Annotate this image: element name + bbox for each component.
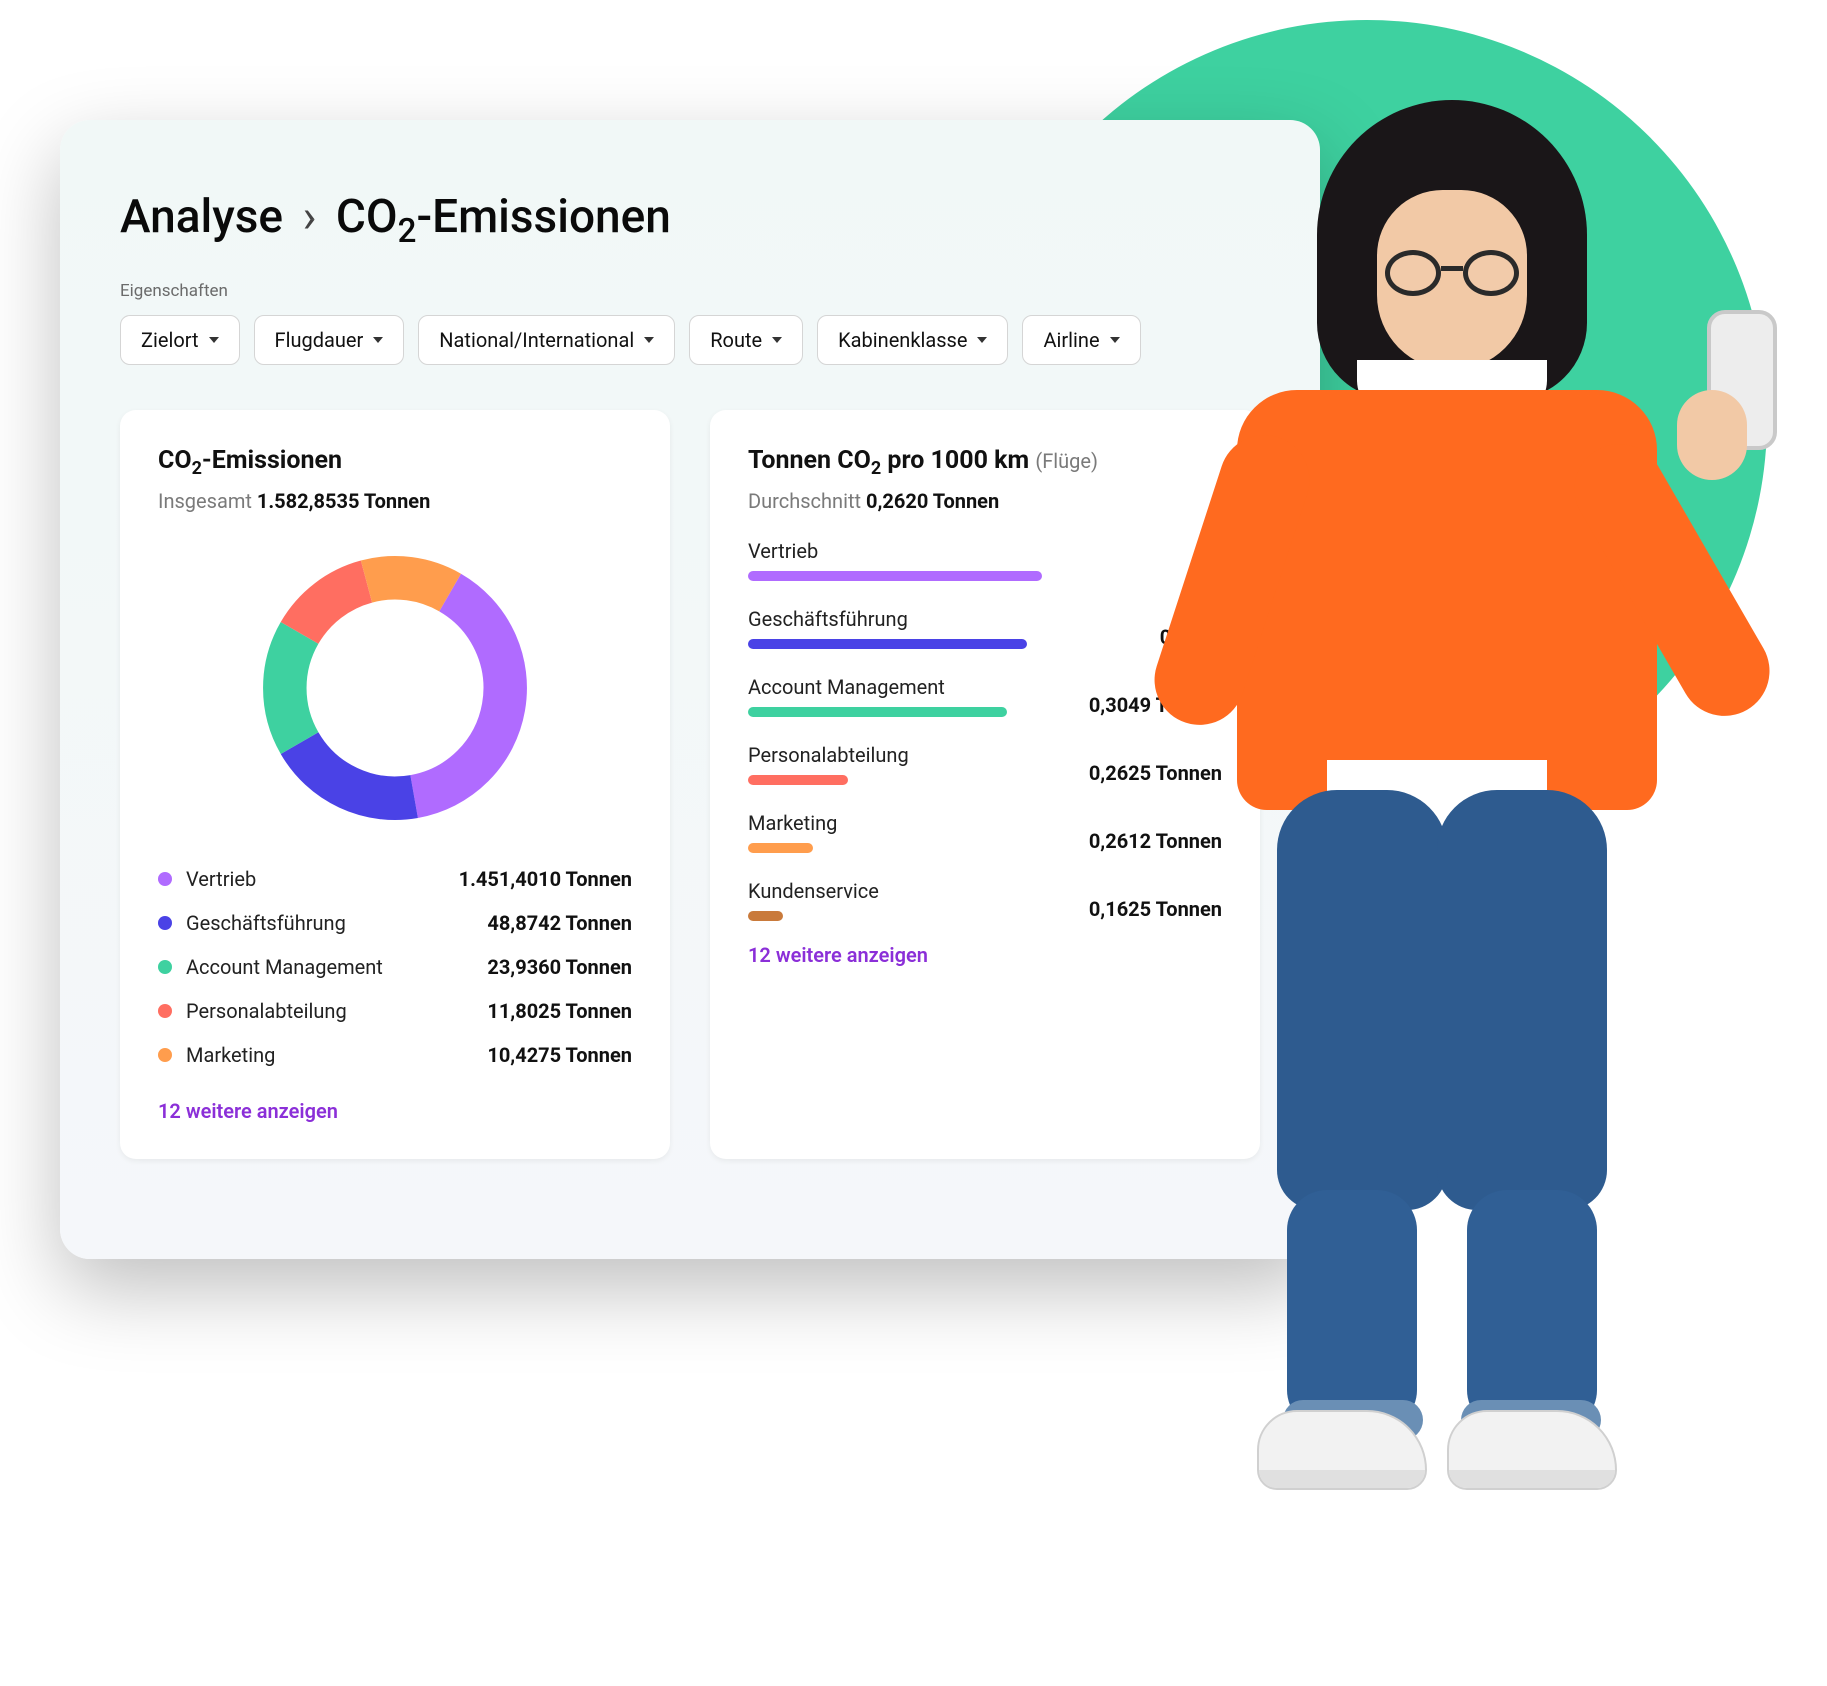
card-title: CO2-Emissionen: [158, 446, 632, 479]
bar-label: Geschäftsführung: [748, 607, 1042, 631]
card-co2-total: CO2-Emissionen Insgesamt 1.582,8535 Tonn…: [120, 410, 670, 1159]
bar-fill: [748, 707, 1007, 717]
bar-fill: [748, 775, 848, 785]
legend-value: 23,9360 Tonnen: [487, 955, 632, 979]
legend-row: Personalabteilung 11,8025 Tonnen: [158, 989, 632, 1033]
chevron-down-icon: [209, 337, 219, 343]
donut-chart: [158, 543, 632, 833]
chevron-down-icon: [1110, 337, 1120, 343]
legend-row: Account Management 23,9360 Tonnen: [158, 945, 632, 989]
legend-dot-icon: [158, 872, 172, 886]
bar-label: Kundenservice: [748, 879, 1042, 903]
legend-value: 11,8025 Tonnen: [487, 999, 632, 1023]
chevron-right-icon: ›: [303, 190, 317, 244]
legend-value: 1.451,4010 Tonnen: [459, 867, 632, 891]
dashboard-panel: Analyse › CO2-Emissionen Eigenschaften Z…: [60, 120, 1320, 1259]
chevron-down-icon: [772, 337, 782, 343]
filter-chip[interactable]: Kabinenklasse: [817, 315, 1008, 365]
bar-label: Account Management: [748, 675, 1042, 699]
breadcrumb-current: CO2-Emissionen: [336, 190, 671, 244]
breadcrumb: Analyse › CO2-Emissionen: [120, 190, 1260, 251]
bar-fill: [748, 639, 1027, 649]
legend-row: Geschäftsführung 48,8742 Tonnen: [158, 901, 632, 945]
card-subtitle: Insgesamt 1.582,8535 Tonnen: [158, 489, 632, 513]
bar-fill: [748, 911, 783, 921]
chevron-down-icon: [644, 337, 654, 343]
legend-dot-icon: [158, 1004, 172, 1018]
filter-chip[interactable]: Flugdauer: [254, 315, 405, 365]
legend-dot-icon: [158, 960, 172, 974]
legend-row: Marketing 10,4275 Tonnen: [158, 1033, 632, 1077]
filter-chip-row: Zielort Flugdauer National/International Ro…: [120, 315, 1260, 365]
bar-fill: [748, 843, 813, 853]
legend-label: Vertrieb: [186, 867, 256, 891]
show-more-link[interactable]: 12 weitere anzeigen: [158, 1099, 632, 1123]
bar-label: Vertrieb: [748, 539, 1042, 563]
legend-row: Vertrieb 1.451,4010 Tonnen: [158, 857, 632, 901]
filter-chip[interactable]: Route: [689, 315, 803, 365]
legend-dot-icon: [158, 916, 172, 930]
donut-legend: Vertrieb 1.451,4010 Tonnen Geschäftsführun…: [158, 857, 632, 1077]
chevron-down-icon: [373, 337, 383, 343]
legend-label: Geschäftsführung: [186, 911, 346, 935]
breadcrumb-root[interactable]: Analyse: [120, 190, 283, 244]
legend-dot-icon: [158, 1048, 172, 1062]
person-illustration: [1147, 100, 1707, 1600]
legend-label: Marketing: [186, 1043, 275, 1067]
legend-value: 48,8742 Tonnen: [487, 911, 632, 935]
filter-chip[interactable]: Airline: [1022, 315, 1140, 365]
properties-label: Eigenschaften: [120, 281, 1260, 301]
legend-value: 10,4275 Tonnen: [487, 1043, 632, 1067]
filter-chip[interactable]: National/International: [418, 315, 675, 365]
legend-label: Account Management: [186, 955, 383, 979]
bar-fill: [748, 571, 1042, 581]
bar-label: Personalabteilung: [748, 743, 1042, 767]
bar-label: Marketing: [748, 811, 1042, 835]
legend-label: Personalabteilung: [186, 999, 347, 1023]
chevron-down-icon: [977, 337, 987, 343]
filter-chip[interactable]: Zielort: [120, 315, 240, 365]
